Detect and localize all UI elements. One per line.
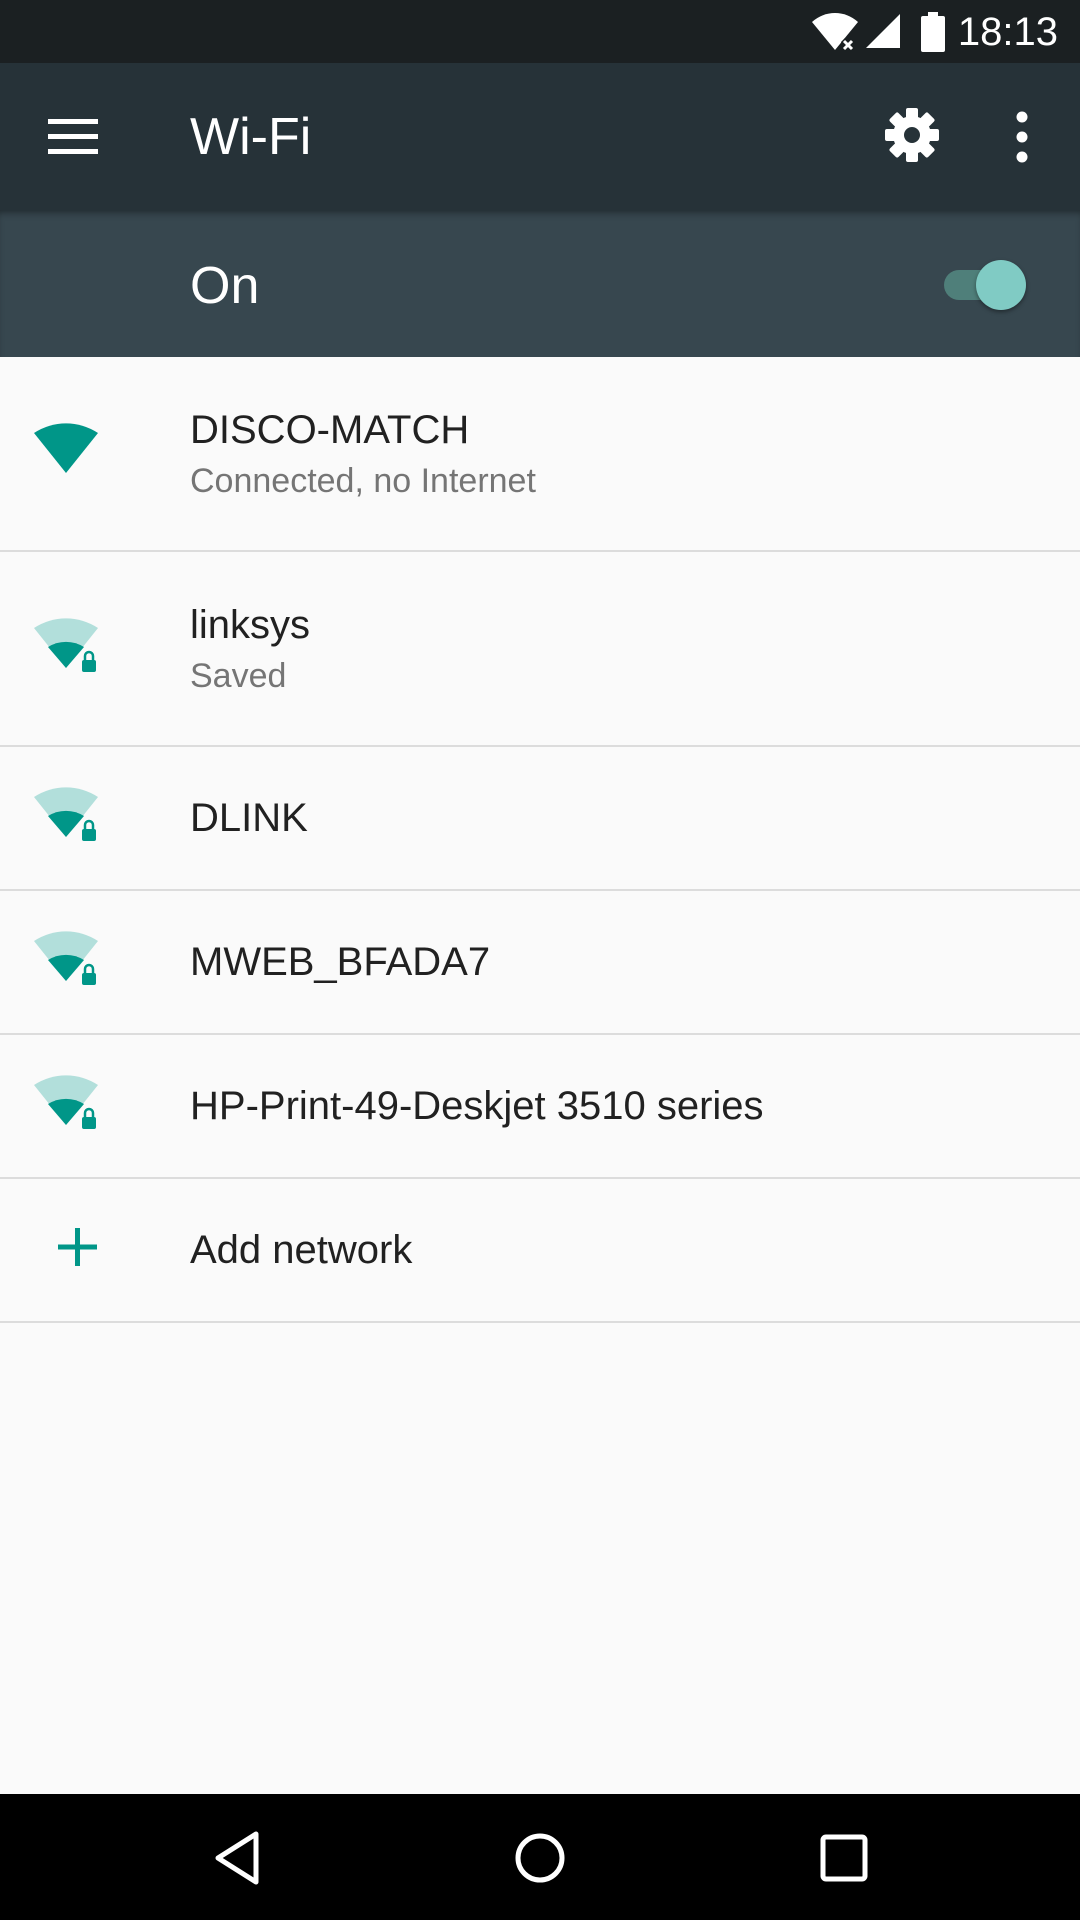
network-status: Connected, no Internet [190,462,536,500]
recents-icon[interactable] [816,1830,872,1886]
network-name: MWEB_BFADA7 [190,940,491,984]
gear-icon[interactable] [884,107,940,163]
status-bar: 18:13 [0,0,1080,63]
wifi-lock-icon [34,618,98,672]
wifi-lock-icon [34,931,98,985]
wifi-lock-icon [34,1075,98,1129]
network-name: DISCO-MATCH [190,408,470,452]
wifi-master-switch-bar[interactable]: On [0,210,1080,357]
wifi-signal-full-icon [34,423,98,473]
menu-icon[interactable] [48,115,100,159]
network-item-disco-match[interactable]: DISCO-MATCH Connected, no Internet [0,357,1080,552]
add-network-label: Add network [190,1228,413,1272]
add-network-item[interactable]: Add network [0,1179,1080,1323]
network-name: HP-Print-49-Deskjet 3510 series [190,1084,764,1128]
toggle-thumb [976,260,1026,310]
cell-signal-icon [866,14,900,48]
network-item-mweb[interactable]: MWEB_BFADA7 [0,891,1080,1035]
app-bar: Wi-Fi [0,63,1080,210]
battery-icon [921,12,945,52]
wifi-lock-icon [34,787,98,841]
wifi-toggle[interactable] [944,256,1030,312]
home-icon[interactable] [512,1830,568,1886]
plus-icon [58,1228,97,1266]
network-item-hp-print[interactable]: HP-Print-49-Deskjet 3510 series [0,1035,1080,1179]
network-list: DISCO-MATCH Connected, no Internet links… [0,357,1080,1323]
network-status: Saved [190,657,287,695]
master-switch-label: On [190,257,260,315]
back-icon[interactable] [208,1830,264,1886]
navigation-bar [0,1794,1080,1920]
more-vert-icon[interactable] [1000,109,1044,165]
network-item-linksys[interactable]: linksys Saved [0,552,1080,747]
page-title: Wi-Fi [190,108,312,166]
wifi-no-internet-icon [812,13,858,52]
status-time: 18:13 [957,10,1058,54]
network-name: linksys [190,603,311,647]
network-name: DLINK [190,796,308,840]
network-item-dlink[interactable]: DLINK [0,747,1080,891]
